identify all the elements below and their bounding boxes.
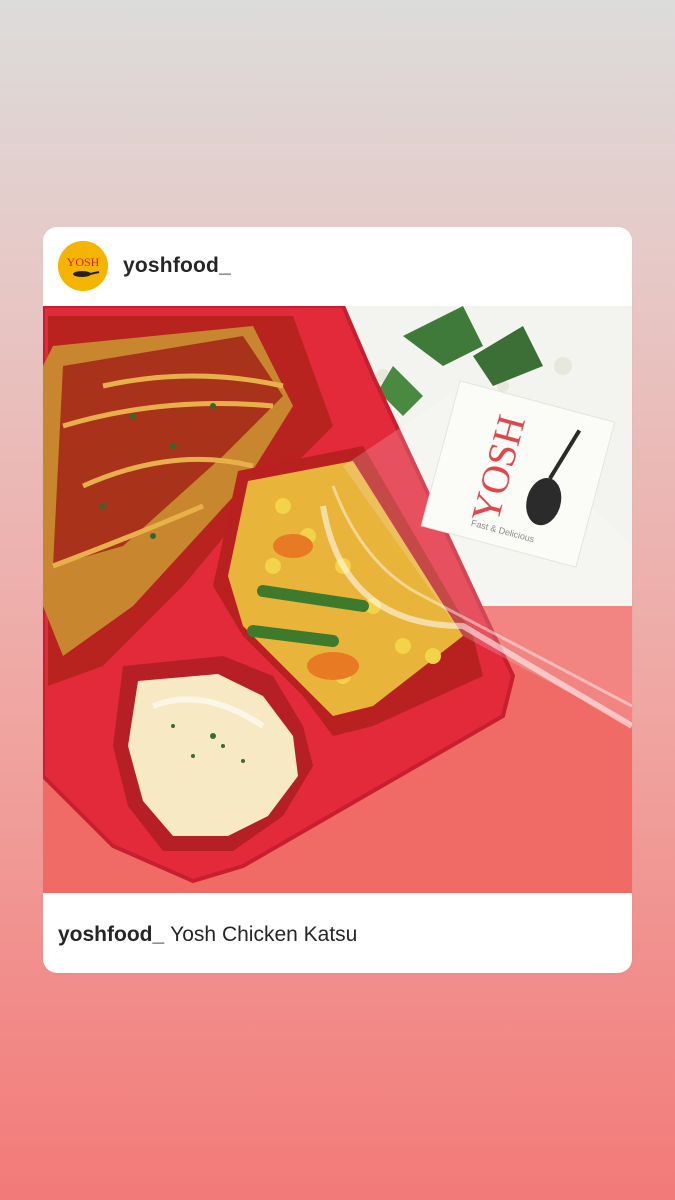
food-photo-image: YOSH Fast & Delicious	[43, 306, 632, 893]
profile-avatar[interactable]: YOSH	[58, 241, 108, 291]
caption-username[interactable]: yoshfood_	[58, 923, 164, 946]
post-photo[interactable]: YOSH Fast & Delicious	[43, 306, 632, 893]
caption-text: Yosh Chicken Katsu	[170, 923, 358, 946]
story-post-card[interactable]: YOSH yoshfood_ YOSH Fast & Delicious yos…	[43, 227, 632, 973]
post-username[interactable]: yoshfood_	[123, 254, 231, 278]
yosh-logo-icon: YOSH	[58, 241, 108, 291]
post-caption: yoshfood_ Yosh Chicken Katsu	[58, 923, 357, 947]
post-header: YOSH yoshfood_	[43, 227, 632, 306]
avatar-logo-text: YOSH	[67, 255, 100, 269]
